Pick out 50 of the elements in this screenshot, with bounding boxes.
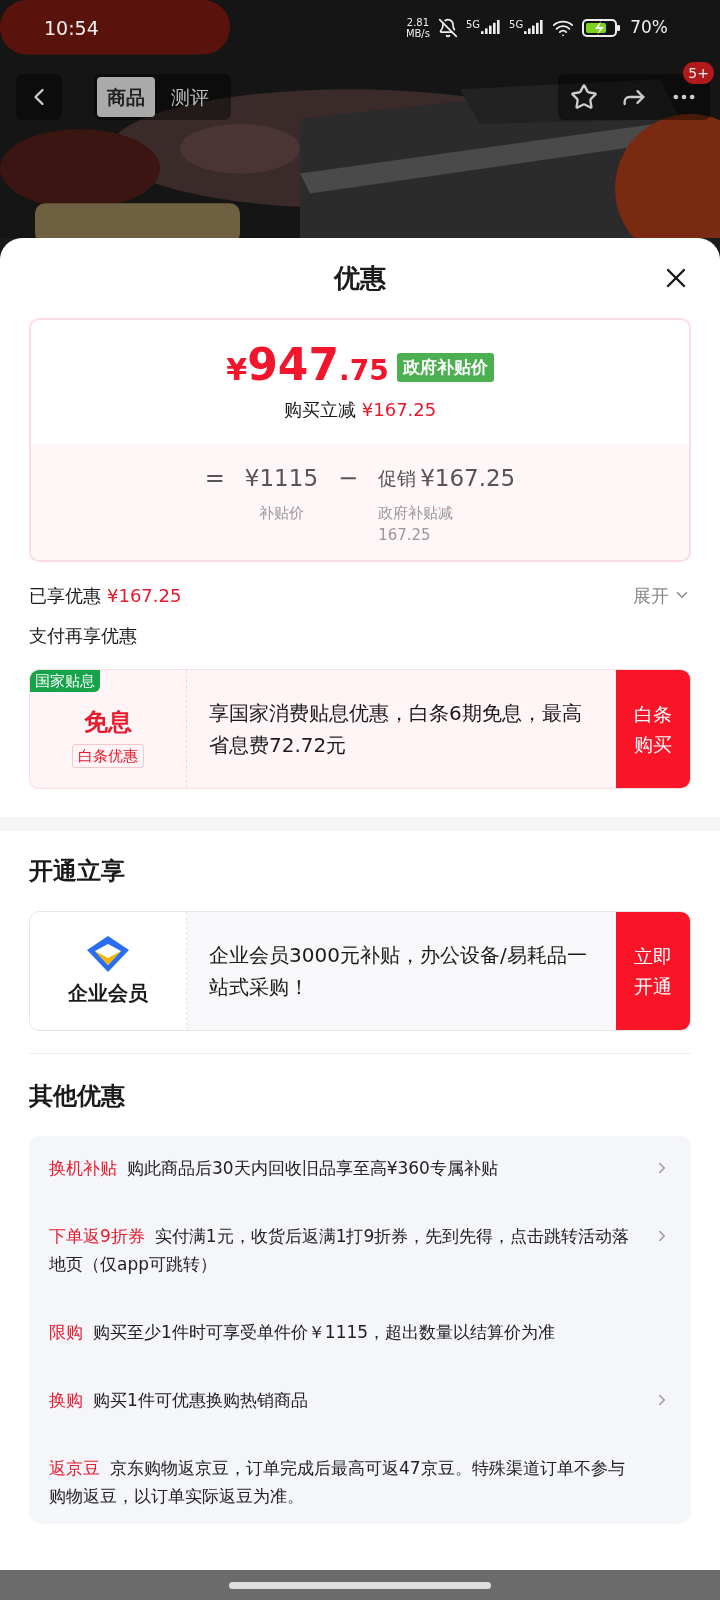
interest-tag: 国家贴息 [30, 670, 100, 692]
speed-unit: MB/s [405, 28, 430, 39]
expand-toggle[interactable]: 展开 [633, 581, 691, 609]
tab[interactable]: 商品 [97, 77, 155, 117]
signal-icon [524, 20, 545, 36]
buy-button[interactable]: 立即开通 [616, 912, 690, 1030]
enjoyed-amount: ¥167.25 [107, 583, 182, 608]
home-indicator[interactable] [229, 1581, 491, 1589]
offer-text: 返京豆 京东购物返京豆，订单完成后最高可返47京豆。特殊渠道订单不参与购物返豆，以订单实际返豆为准。 [49, 1457, 626, 1508]
member-logo-icon [85, 934, 131, 974]
price-decimal: .75 [339, 353, 389, 389]
price-tag: 政府补贴价 [396, 352, 494, 382]
interest-subtitle: 白条优惠 [72, 743, 144, 769]
section-title: 其他优惠 [29, 1081, 126, 1112]
price-integer: 947 [247, 341, 340, 389]
back-button[interactable] [16, 74, 62, 120]
promo-label: 促销 [378, 466, 417, 491]
reduce-amount: ¥167.25 [361, 398, 437, 422]
network-label: 5G [509, 20, 524, 30]
minus-sign: − [338, 463, 359, 494]
tab[interactable]: 测评 [161, 77, 219, 117]
member-name: 企业会员 [68, 980, 148, 1007]
signal-icon [481, 20, 502, 36]
base-price: ¥1115 [244, 464, 318, 493]
enjoyed-label: 已享优惠 [29, 583, 101, 608]
sheet-title: 优惠 [334, 261, 386, 295]
promo-note: 政府补贴减 [378, 503, 455, 524]
offer-text: 限购 购买至少1件时可享受单件价￥1115，超出数量以结算价为准 [49, 1321, 557, 1344]
battery-charging-icon [582, 18, 623, 38]
offer-text: 下单返9折券 实付满1元，收货后返满1打9折券，先到先得，点击跳转活动落地页（仅app可跳转） [49, 1225, 631, 1276]
pay-more-title: 支付再享优惠 [29, 624, 138, 648]
promo-amount: ¥167.25 [420, 464, 516, 493]
clock: 10:54 [44, 15, 99, 41]
member-text: 企业会员3000元补贴，办公设备/易耗品一站式采购！ [208, 942, 588, 1001]
bell-off-icon [437, 18, 458, 38]
buy-button[interactable]: 白条购买 [616, 670, 690, 788]
offer-text: 换机补贴 购此商品后30天内回收旧品享至高¥360专属补贴 [49, 1157, 499, 1180]
speed-value: 2.81 [406, 17, 430, 28]
reduce-label: 购买立减 [283, 398, 356, 422]
interest-title: 免息 [84, 706, 132, 738]
battery-percent: 70% [630, 16, 668, 40]
offer-text: 换购 购买1件可优惠换购热销商品 [49, 1389, 309, 1412]
interest-text: 享国家消费贴息优惠，白条6期免息，最高省息费72.72元 [208, 700, 583, 759]
network-label: 5G [465, 20, 481, 30]
section-title: 开通立享 [29, 856, 126, 887]
promo-note: 167.25 [378, 525, 432, 546]
favorite-icon[interactable] [570, 83, 598, 111]
base-price-label: 补贴价 [258, 503, 304, 524]
price-currency: ¥ [226, 352, 248, 389]
equals-sign: = [204, 463, 225, 494]
